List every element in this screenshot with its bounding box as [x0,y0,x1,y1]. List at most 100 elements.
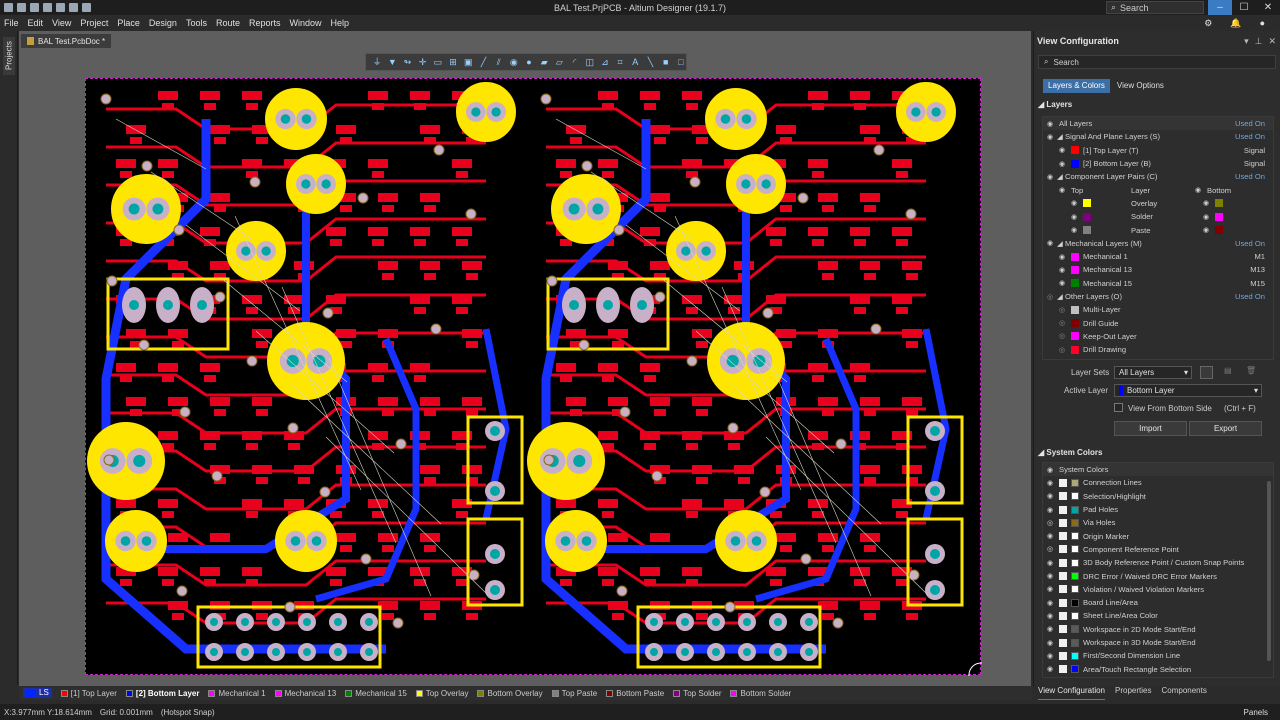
layer-tab-bottom-overlay[interactable]: Bottom Overlay [477,689,543,698]
save-all-icon[interactable] [30,3,39,12]
eye-icon[interactable]: ◉ [1047,665,1053,673]
system-color-swatch[interactable] [1071,558,1079,567]
eye-icon[interactable]: ◉ [1047,559,1053,567]
layer-row-keep-out[interactable]: ◎ Keep-Out Layer [1043,330,1273,343]
layer-row-mechanical-1[interactable]: ◉ Mechanical 1 M1 [1043,250,1273,263]
text-icon[interactable]: A [630,57,640,67]
export-button[interactable]: Export [1189,421,1262,436]
eye-icon[interactable]: ◉ [1047,532,1053,540]
eye-off-icon[interactable]: ◎ [1059,319,1065,327]
layer-set-delete-icon[interactable]: 🗑 [1246,366,1256,375]
layer-set-chip[interactable]: LS [23,688,52,698]
close-icon[interactable]: ✕ [1268,36,1276,47]
align-icon[interactable]: ⊞ [448,57,458,67]
system-color-row[interactable]: ◉ Connection Lines [1043,476,1273,489]
active-layer-dropdown[interactable]: Bottom Layer ▾ [1114,384,1262,397]
layer-color-swatch[interactable] [1071,265,1079,274]
system-color-swatch[interactable] [1071,585,1079,594]
system-color-swatch[interactable] [1071,638,1079,647]
pair-row-overlay[interactable]: ◉ Overlay ◉ [1043,197,1273,210]
save-icon[interactable] [17,3,26,12]
drc-icon[interactable]: ◫ [585,57,595,67]
eye-icon[interactable]: ◉ [1071,226,1077,234]
eye-icon[interactable]: ◉ [1047,239,1053,247]
top-color-swatch[interactable] [1083,226,1091,235]
layer-tab-top-overlay[interactable]: Top Overlay [415,689,468,698]
layer-row-bottom-layer[interactable]: ◉ [2] Bottom Layer (B) Signal [1043,157,1273,170]
new-doc-icon[interactable] [4,3,13,12]
menu-reports[interactable]: Reports [249,18,281,28]
system-color-swatch[interactable] [1071,492,1079,501]
eye-icon[interactable]: ◉ [1047,133,1053,141]
system-color-swatch[interactable] [1071,518,1079,527]
eye-icon[interactable]: ◉ [1047,173,1053,181]
system-color-checkbox[interactable] [1059,492,1067,501]
menu-place[interactable]: Place [117,18,140,28]
eye-icon[interactable]: ◉ [1047,585,1053,593]
system-color-row[interactable]: ◉ Area/Touch Rectangle Selection [1043,662,1273,675]
layer-color-swatch[interactable] [1071,332,1079,341]
eye-icon[interactable]: ◉ [1047,572,1053,580]
system-color-swatch[interactable] [1071,505,1079,514]
eye-icon[interactable]: ◉ [1203,213,1209,221]
system-color-row[interactable]: ◉ Workspace in 3D Mode Start/End [1043,636,1273,649]
system-color-checkbox[interactable] [1059,585,1067,594]
scrollbar[interactable] [1267,481,1271,661]
eye-icon[interactable]: ◉ [1059,266,1065,274]
mech-group-row[interactable]: ◉ ◢ Mechanical Layers (M) Used On [1043,237,1273,250]
menu-tools[interactable]: Tools [186,18,207,28]
measure-icon[interactable]: ⌗ [615,57,625,67]
arc-icon[interactable]: ◜ [569,57,579,67]
close-button[interactable]: ✕ [1256,0,1280,15]
region-icon[interactable]: □ [676,57,686,67]
eye-icon[interactable]: ◉ [1047,612,1053,620]
expand-icon[interactable]: ◢ [1057,239,1063,248]
layer-color-swatch[interactable] [1071,146,1079,155]
signal-group-row[interactable]: ◉ ◢ Signal And Plane Layers (S) Used On [1043,130,1273,143]
layer-set-save-icon[interactable] [1200,366,1213,379]
layer-color-swatch[interactable] [1071,319,1079,328]
eye-icon[interactable]: ◎ [1047,519,1053,527]
layer-tab-mechanical-1[interactable]: Mechanical 1 [208,689,266,698]
system-color-row[interactable]: ◉ Sheet Line/Area Color [1043,609,1273,622]
menu-window[interactable]: Window [290,18,322,28]
eye-off-icon[interactable]: ◎ [1047,293,1053,301]
layer-tab-top-paste[interactable]: Top Paste [551,689,597,698]
system-color-checkbox[interactable] [1059,558,1067,567]
system-color-row[interactable]: ◉ Origin Marker [1043,529,1273,542]
line-icon[interactable]: ╲ [645,57,655,67]
layer-tab-mechanical-13[interactable]: Mechanical 13 [274,689,336,698]
minimize-button[interactable]: – [1208,0,1232,15]
pad-icon[interactable]: ● [524,57,534,67]
system-colors-header-row[interactable]: ◉ System Colors [1043,463,1273,477]
tab-layers-colors[interactable]: Layers & Colors [1043,79,1110,93]
system-color-swatch[interactable] [1071,478,1079,487]
eye-icon[interactable]: ◉ [1047,599,1053,607]
select-rect-icon[interactable]: ▭ [433,57,443,67]
system-color-checkbox[interactable] [1059,545,1067,554]
layer-tab-bottom-solder[interactable]: Bottom Solder [730,689,791,698]
system-color-checkbox[interactable] [1059,478,1067,487]
route-icon[interactable]: ╱ [478,57,488,67]
layer-tab-bottom-layer[interactable]: [2] Bottom Layer [125,689,199,698]
layer-color-swatch[interactable] [1071,159,1079,168]
move-icon[interactable]: ✛ [418,57,428,67]
layer-tab-bottom-paste[interactable]: Bottom Paste [606,689,664,698]
system-color-checkbox[interactable] [1059,572,1067,581]
tab-components[interactable]: Components [1161,686,1206,700]
pin-icon[interactable]: ⊥ [1255,36,1263,47]
eye-icon[interactable]: ◉ [1203,199,1209,207]
eye-icon[interactable]: ◉ [1071,199,1077,207]
fill-icon[interactable]: ■ [661,57,671,67]
menu-view[interactable]: View [52,18,71,28]
system-color-swatch[interactable] [1071,532,1079,541]
system-colors-section-title[interactable]: ◢ System Colors [1034,446,1280,460]
eye-off-icon[interactable]: ◎ [1059,332,1065,340]
diff-pair-icon[interactable]: ⫽ [494,57,504,67]
system-color-row[interactable]: ◉ Violation / Waived Violation Markers [1043,583,1273,596]
layer-tab-mechanical-15[interactable]: Mechanical 15 [345,689,407,698]
tab-view-configuration[interactable]: View Configuration [1038,686,1106,700]
eye-icon[interactable]: ◉ [1047,639,1053,647]
menu-route[interactable]: Route [216,18,240,28]
eye-icon[interactable]: ◉ [1047,466,1053,474]
